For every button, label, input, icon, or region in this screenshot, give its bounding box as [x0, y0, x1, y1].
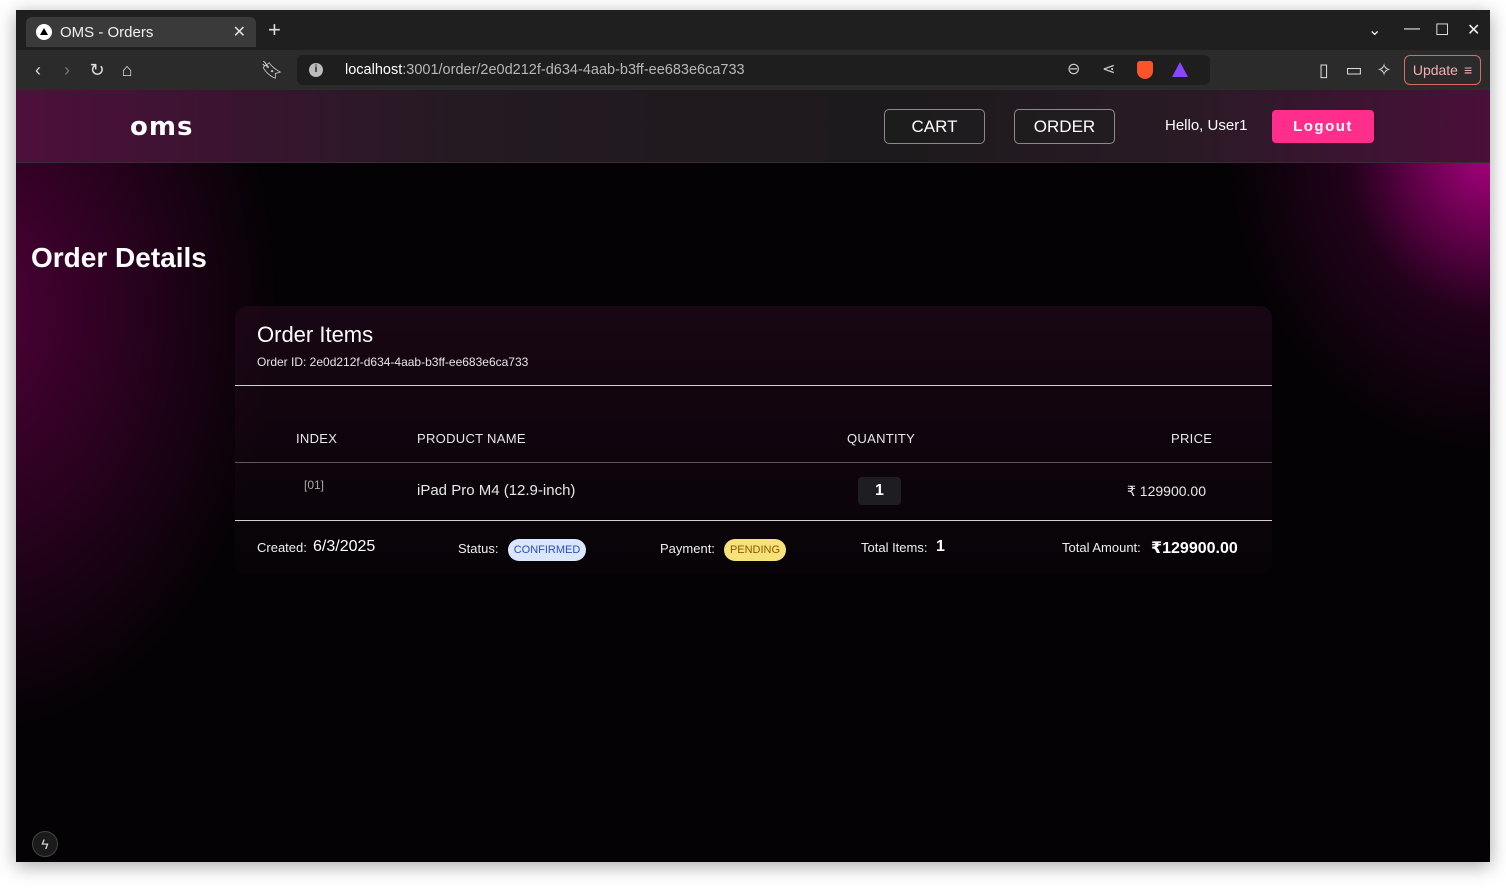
- row-product-name: iPad Pro M4 (12.9-inch): [417, 482, 576, 499]
- created-value: 6/3/2025: [313, 538, 376, 555]
- page-content: oms CART ORDER Hello, User1 Logout Order…: [16, 90, 1490, 862]
- minimize-icon[interactable]: —: [1404, 20, 1420, 38]
- site-info-icon[interactable]: i: [309, 63, 323, 77]
- order-items-title: Order Items: [257, 322, 374, 347]
- wallet-icon[interactable]: ▭: [1342, 58, 1366, 82]
- update-button[interactable]: Update ≡: [1404, 55, 1481, 85]
- share-icon[interactable]: ⋖: [1102, 59, 1115, 79]
- close-window-icon[interactable]: ✕: [1467, 20, 1480, 40]
- close-tab-icon[interactable]: ✕: [233, 22, 246, 42]
- sidebar-toggle-icon[interactable]: ▯: [1312, 58, 1336, 82]
- column-header-product-name: PRODUCT NAME: [417, 431, 526, 446]
- forward-icon[interactable]: ›: [55, 58, 79, 82]
- url-path: :3001/order/2e0d212f-d634-4aab-b3ff-ee68…: [402, 62, 745, 78]
- tab-title: OMS - Orders: [60, 23, 154, 41]
- home-icon[interactable]: ⌂: [115, 58, 139, 82]
- new-tab-icon[interactable]: +: [268, 19, 281, 41]
- column-header-price: PRICE: [1171, 431, 1213, 446]
- header-divider: [235, 385, 1272, 386]
- tab-search-chevron-icon[interactable]: ⌄: [1368, 20, 1381, 40]
- row-quantity: 1: [858, 477, 901, 505]
- column-header-quantity: QUANTITY: [847, 431, 916, 446]
- oms-logo[interactable]: oms: [130, 112, 193, 142]
- browser-tab[interactable]: OMS - Orders ✕: [26, 17, 256, 47]
- logout-button[interactable]: Logout: [1272, 110, 1374, 143]
- order-id-text: Order ID: 2e0d212f-d634-4aab-b3ff-ee683e…: [257, 355, 529, 369]
- created-label: Created:: [257, 540, 307, 555]
- dev-tools-bolt-icon[interactable]: ϟ: [32, 831, 58, 857]
- leo-ai-icon[interactable]: ✧: [1372, 58, 1396, 82]
- bookmark-icon[interactable]: 🔖︎: [260, 58, 284, 82]
- column-header-index: INDEX: [296, 431, 338, 446]
- menu-icon: ≡: [1463, 62, 1473, 78]
- user-greeting: Hello, User1: [1165, 117, 1248, 134]
- site-favicon-icon: [36, 24, 52, 40]
- app-navbar: oms CART ORDER Hello, User1 Logout: [16, 90, 1490, 163]
- footer-divider: [235, 520, 1272, 521]
- url-host: localhost: [345, 62, 403, 78]
- payment-label: Payment:: [660, 541, 715, 556]
- zoom-icon[interactable]: ⊖: [1067, 59, 1080, 79]
- payment-badge: PENDING: [724, 539, 786, 561]
- brave-rewards-icon[interactable]: [1172, 62, 1188, 77]
- browser-toolbar: ‹ › ↻ ⌂ 🔖︎ i localhost:3001/order/2e0d21…: [16, 50, 1490, 90]
- page-title: Order Details: [31, 242, 207, 273]
- total-items-value: 1: [936, 538, 945, 555]
- row-price: ₹ 129900.00: [1127, 483, 1206, 499]
- browser-window: OMS - Orders ✕ + ⌄ — ☐ ✕ ‹ › ↻ ⌂ 🔖︎ i lo…: [16, 10, 1490, 862]
- cart-button[interactable]: CART: [884, 109, 985, 144]
- table-header-divider: [235, 462, 1272, 463]
- back-icon[interactable]: ‹: [26, 58, 50, 82]
- address-bar[interactable]: i localhost:3001/order/2e0d212f-d634-4aa…: [297, 55, 1210, 85]
- total-items-label: Total Items:: [861, 540, 928, 555]
- total-amount-label: Total Amount:: [1062, 540, 1141, 555]
- status-label: Status:: [458, 541, 499, 556]
- row-index: [01]: [304, 478, 325, 492]
- order-card: Order Items Order ID: 2e0d212f-d634-4aab…: [235, 306, 1272, 574]
- maximize-icon[interactable]: ☐: [1435, 20, 1449, 40]
- brave-shields-icon[interactable]: [1137, 61, 1153, 79]
- title-bar: OMS - Orders ✕ + ⌄ — ☐ ✕: [16, 10, 1490, 50]
- total-amount-value: ₹129900.00: [1151, 540, 1238, 557]
- order-button[interactable]: ORDER: [1014, 109, 1115, 144]
- reload-icon[interactable]: ↻: [85, 58, 109, 82]
- update-label: Update: [1412, 62, 1458, 78]
- status-badge: CONFIRMED: [508, 539, 586, 561]
